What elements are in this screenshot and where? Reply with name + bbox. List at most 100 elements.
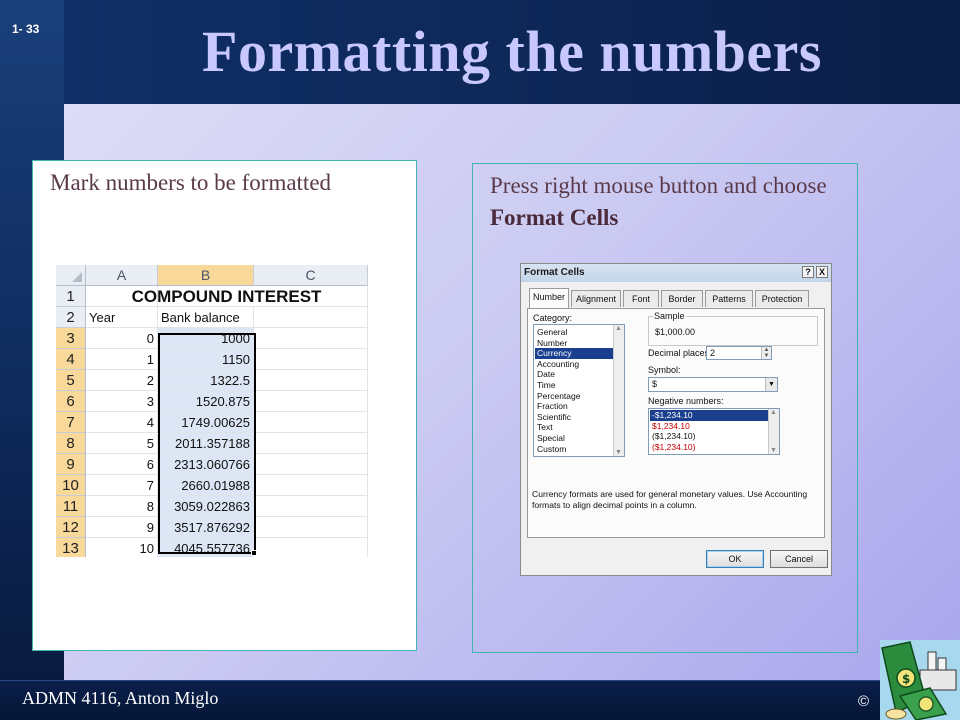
number-tab-panel: Category: General Number Currency Accountin… <box>527 308 825 538</box>
sample-label: Sample <box>653 311 686 321</box>
close-icon[interactable]: X <box>816 266 828 278</box>
year-cell[interactable]: 7 <box>86 475 158 496</box>
year-cell[interactable]: 1 <box>86 349 158 370</box>
negative-scrollbar[interactable] <box>768 409 779 454</box>
format-cells-dialog: Format Cells ? X Number Alignment Font B… <box>520 263 832 576</box>
empty-cell[interactable] <box>254 433 368 454</box>
tab-font[interactable]: Font <box>623 290 659 307</box>
tab-alignment[interactable]: Alignment <box>571 290 621 307</box>
right-caption-bold: Format Cells <box>490 205 619 230</box>
decimal-places-label: Decimal places: <box>648 348 712 358</box>
empty-cell[interactable] <box>254 370 368 391</box>
column-header-b[interactable]: B <box>158 265 254 286</box>
chevron-down-icon[interactable]: ▼ <box>765 378 777 391</box>
category-option[interactable]: Custom <box>535 444 613 455</box>
empty-cell[interactable] <box>254 517 368 538</box>
row-header[interactable]: 10 <box>56 475 86 496</box>
symbol-select[interactable]: $ ▼ <box>648 377 778 392</box>
empty-cell[interactable] <box>254 538 368 557</box>
symbol-label: Symbol: <box>648 365 681 375</box>
row-header[interactable]: 8 <box>56 433 86 454</box>
row-header[interactable]: 2 <box>56 307 86 328</box>
sample-box: Sample $1,000.00 <box>648 311 818 346</box>
empty-cell[interactable] <box>254 349 368 370</box>
sheet-title-cell[interactable]: COMPOUND INTEREST <box>86 286 368 307</box>
money-logo-icon: $ <box>880 640 960 720</box>
category-option[interactable]: Currency <box>535 348 613 359</box>
row-header[interactable]: 5 <box>56 370 86 391</box>
year-cell[interactable]: 9 <box>86 517 158 538</box>
category-option[interactable]: Percentage <box>535 391 613 402</box>
tab-patterns[interactable]: Patterns <box>705 290 753 307</box>
year-cell[interactable]: 10 <box>86 538 158 557</box>
row-header[interactable]: 12 <box>56 517 86 538</box>
category-option[interactable]: General <box>535 327 613 338</box>
tab-protection[interactable]: Protection <box>755 290 809 307</box>
year-cell[interactable]: 8 <box>86 496 158 517</box>
fill-handle[interactable] <box>251 550 257 556</box>
column-header-c[interactable]: C <box>254 265 368 286</box>
empty-cell[interactable] <box>254 454 368 475</box>
category-scrollbar[interactable] <box>613 325 624 456</box>
footer-course: ADMN 4116, Anton Miglo <box>22 688 219 708</box>
negative-number-option[interactable]: -$1,234.10 <box>650 410 768 421</box>
slide-number: 1- 33 <box>12 22 40 36</box>
decimal-spinner-icon[interactable]: ▲ ▼ <box>761 347 771 359</box>
left-caption: Mark numbers to be formatted <box>50 170 332 195</box>
negative-number-option[interactable]: ($1,234.10) <box>650 442 768 453</box>
empty-cell[interactable] <box>254 391 368 412</box>
category-option[interactable]: Time <box>535 380 613 391</box>
cancel-button[interactable]: Cancel <box>770 550 828 568</box>
empty-cell[interactable] <box>254 307 368 328</box>
format-description: Currency formats are used for general mo… <box>532 489 808 510</box>
negative-number-option[interactable]: ($1,234.10) <box>650 431 768 442</box>
header-year-cell[interactable]: Year <box>86 307 158 328</box>
year-cell[interactable]: 5 <box>86 433 158 454</box>
empty-cell[interactable] <box>254 475 368 496</box>
category-option[interactable]: Text <box>535 422 613 433</box>
year-cell[interactable]: 2 <box>86 370 158 391</box>
year-cell[interactable]: 4 <box>86 412 158 433</box>
row-header[interactable]: 4 <box>56 349 86 370</box>
row-header[interactable]: 3 <box>56 328 86 349</box>
row-header[interactable]: 11 <box>56 496 86 517</box>
selection-range <box>158 333 256 554</box>
decimal-places-value: 2 <box>710 348 716 358</box>
negative-number-option[interactable]: $1,234.10 <box>650 421 768 432</box>
category-option[interactable]: Fraction <box>535 401 613 412</box>
decimal-places-input[interactable]: 2 ▲ ▼ <box>706 346 772 360</box>
copyright-symbol: © <box>858 693 870 710</box>
year-cell[interactable]: 3 <box>86 391 158 412</box>
category-option[interactable]: Accounting <box>535 359 613 370</box>
sample-value: $1,000.00 <box>655 327 696 337</box>
category-option[interactable]: Special <box>535 433 613 444</box>
header-balance-cell[interactable]: Bank balance <box>158 307 254 328</box>
year-cell[interactable]: 6 <box>86 454 158 475</box>
category-option[interactable]: Number <box>535 338 613 349</box>
empty-cell[interactable] <box>254 412 368 433</box>
negative-numbers-label: Negative numbers: <box>648 396 724 406</box>
category-list[interactable]: General Number Currency Accounting Date Time P… <box>533 324 625 457</box>
category-option[interactable]: Scientific <box>535 412 613 423</box>
slide-title: Formatting the numbers <box>202 19 822 84</box>
help-icon[interactable]: ? <box>802 266 814 278</box>
category-option[interactable]: Date <box>535 369 613 380</box>
svg-text:$: $ <box>902 672 910 686</box>
right-caption-text: Press right mouse button and choose <box>490 173 827 198</box>
row-header[interactable]: 1 <box>56 286 86 307</box>
row-header[interactable]: 13 <box>56 538 86 557</box>
dialog-title: Format Cells <box>521 264 831 282</box>
select-all-corner[interactable] <box>56 265 86 286</box>
ok-button[interactable]: OK <box>706 550 764 568</box>
row-header[interactable]: 7 <box>56 412 86 433</box>
empty-cell[interactable] <box>254 496 368 517</box>
row-header[interactable]: 9 <box>56 454 86 475</box>
year-cell[interactable]: 0 <box>86 328 158 349</box>
row-header[interactable]: 6 <box>56 391 86 412</box>
symbol-value: $ <box>652 379 658 389</box>
negative-numbers-list[interactable]: -$1,234.10 $1,234.10 ($1,234.10) ($1,234.10… <box>648 408 780 455</box>
empty-cell[interactable] <box>254 328 368 349</box>
tab-border[interactable]: Border <box>661 290 703 307</box>
column-header-a[interactable]: A <box>86 265 158 286</box>
tab-number[interactable]: Number <box>529 288 569 308</box>
